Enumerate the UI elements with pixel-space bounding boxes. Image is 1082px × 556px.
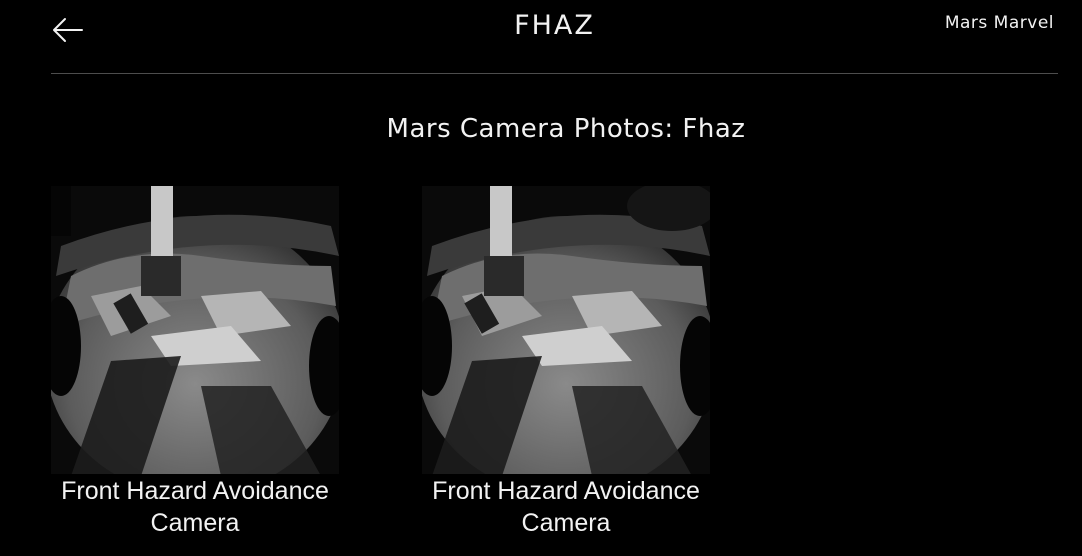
rover-photo [422,186,710,474]
rover-photo [51,186,339,474]
brand-link[interactable]: Mars Marvel [945,13,1054,33]
photo-card[interactable]: Front Hazard Avoidance Camera [422,186,710,539]
page-title: FHAZ [514,10,595,41]
section-heading: Mars Camera Photos: Fhaz [386,114,746,144]
photo-caption: Front Hazard Avoidance Camera [61,477,329,537]
photo-caption: Front Hazard Avoidance Camera [432,477,700,537]
top-bar: FHAZ Mars Marvel [51,0,1058,74]
photo-card[interactable]: Front Hazard Avoidance Camera [51,186,339,539]
